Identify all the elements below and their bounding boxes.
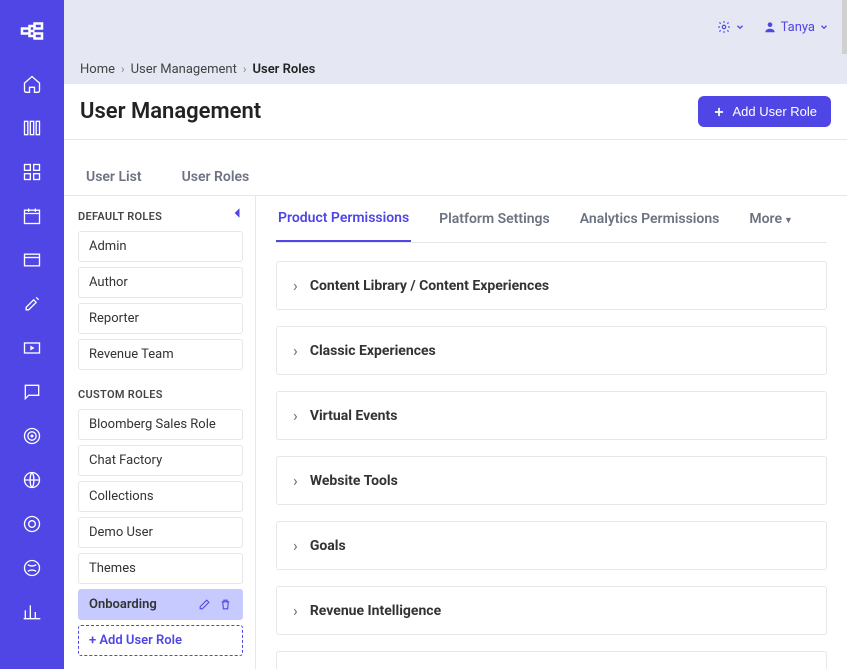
accordion-content-library[interactable]: › Content Library / Content Experiences (276, 261, 827, 310)
breadcrumb-separator: › (243, 62, 247, 76)
accordion-title: Content Library / Content Experiences (310, 278, 549, 294)
add-user-role-label: Add User Role (732, 104, 817, 119)
accordion-revenue-intelligence[interactable]: › Revenue Intelligence (276, 586, 827, 635)
roles-panel: DEFAULT ROLES Admin Author Reporter Reve… (64, 196, 256, 669)
chevron-down-icon (735, 22, 745, 32)
nav-library-icon[interactable] (22, 118, 42, 138)
add-user-role-button[interactable]: Add User Role (698, 96, 831, 127)
detail-tabs: Product Permissions Platform Settings An… (276, 196, 827, 243)
accordion-title: Virtual Events (310, 408, 398, 424)
role-item-revenue-team[interactable]: Revenue Team (78, 339, 243, 370)
user-name-label: Tanya (781, 20, 815, 35)
default-roles-heading: DEFAULT ROLES (78, 210, 243, 223)
breadcrumb-item[interactable]: User Management (131, 62, 237, 77)
role-detail-panel: Product Permissions Platform Settings An… (256, 196, 847, 669)
nav-analytics-icon[interactable] (22, 602, 42, 622)
page-title: User Management (80, 99, 261, 124)
accordion-chatfactory[interactable]: › Chatfactory (276, 651, 827, 669)
chevron-down-icon: ▼ (784, 216, 793, 226)
add-role-inline-button[interactable]: + Add User Role (78, 625, 243, 656)
accordion-website-tools[interactable]: › Website Tools (276, 456, 827, 505)
nav-tools-icon[interactable] (22, 294, 42, 314)
accordion-goals[interactable]: › Goals (276, 521, 827, 570)
tab-more[interactable]: More▼ (747, 197, 795, 241)
tab-user-roles[interactable]: User Roles (176, 159, 256, 195)
role-item-themes[interactable]: Themes (78, 553, 243, 584)
chevron-right-icon: › (293, 341, 298, 360)
chevron-right-icon: › (293, 276, 298, 295)
subtabs: User List User Roles (64, 140, 847, 196)
role-item-demo-user[interactable]: Demo User (78, 517, 243, 548)
settings-menu[interactable] (717, 20, 745, 34)
nav-shield-icon[interactable] (22, 514, 42, 534)
chevron-right-icon: › (293, 536, 298, 555)
nav-video-icon[interactable] (22, 338, 42, 358)
user-icon (763, 20, 777, 34)
chevron-down-icon (819, 22, 829, 32)
breadcrumb-separator: › (121, 62, 125, 76)
sidebar-nav (0, 0, 64, 669)
accordion-virtual-events[interactable]: › Virtual Events (276, 391, 827, 440)
tab-more-label: More (749, 211, 782, 227)
nav-window-icon[interactable] (22, 250, 42, 270)
nav-target-icon[interactable] (22, 426, 42, 446)
breadcrumb-item[interactable]: Home (80, 62, 115, 77)
breadcrumb: Home › User Management › User Roles (64, 54, 847, 84)
delete-icon[interactable] (219, 598, 232, 611)
tab-platform-settings[interactable]: Platform Settings (437, 197, 552, 241)
role-item-onboarding[interactable]: Onboarding (78, 589, 243, 620)
accordion-title: Website Tools (310, 473, 398, 489)
gear-icon (717, 20, 731, 34)
page-header: User Management Add User Role (64, 84, 847, 140)
role-item-chat-factory[interactable]: Chat Factory (78, 445, 243, 476)
role-item-bloomberg[interactable]: Bloomberg Sales Role (78, 409, 243, 440)
breadcrumb-item-active: User Roles (252, 62, 315, 77)
topbar: Tanya (64, 0, 847, 54)
edit-icon[interactable] (198, 598, 211, 611)
accordion-classic-experiences[interactable]: › Classic Experiences (276, 326, 827, 375)
role-item-collections[interactable]: Collections (78, 481, 243, 512)
nav-globe-icon[interactable] (22, 470, 42, 490)
role-item-author[interactable]: Author (78, 267, 243, 298)
accordion-title: Revenue Intelligence (310, 603, 441, 619)
chevron-right-icon: › (293, 406, 298, 425)
accordion-title: Goals (310, 538, 346, 554)
nav-home-icon[interactable] (22, 74, 42, 94)
plus-icon (712, 105, 726, 119)
tab-user-list[interactable]: User List (80, 159, 148, 195)
main-content: DEFAULT ROLES Admin Author Reporter Reve… (64, 196, 847, 669)
tab-analytics-permissions[interactable]: Analytics Permissions (578, 197, 722, 241)
chevron-right-icon: › (293, 471, 298, 490)
nav-calendar-icon[interactable] (22, 206, 42, 226)
tab-product-permissions[interactable]: Product Permissions (276, 196, 411, 242)
accordion-title: Classic Experiences (310, 343, 436, 359)
app-logo (17, 16, 47, 46)
role-item-admin[interactable]: Admin (78, 231, 243, 262)
custom-roles-heading: CUSTOM ROLES (78, 388, 243, 401)
role-item-label: Onboarding (89, 597, 157, 612)
role-item-reporter[interactable]: Reporter (78, 303, 243, 334)
collapse-panel-icon[interactable] (231, 206, 245, 224)
chevron-right-icon: › (293, 601, 298, 620)
user-menu[interactable]: Tanya (763, 20, 829, 35)
nav-chat-icon[interactable] (22, 382, 42, 402)
nav-ball-icon[interactable] (22, 558, 42, 578)
nav-apps-icon[interactable] (22, 162, 42, 182)
